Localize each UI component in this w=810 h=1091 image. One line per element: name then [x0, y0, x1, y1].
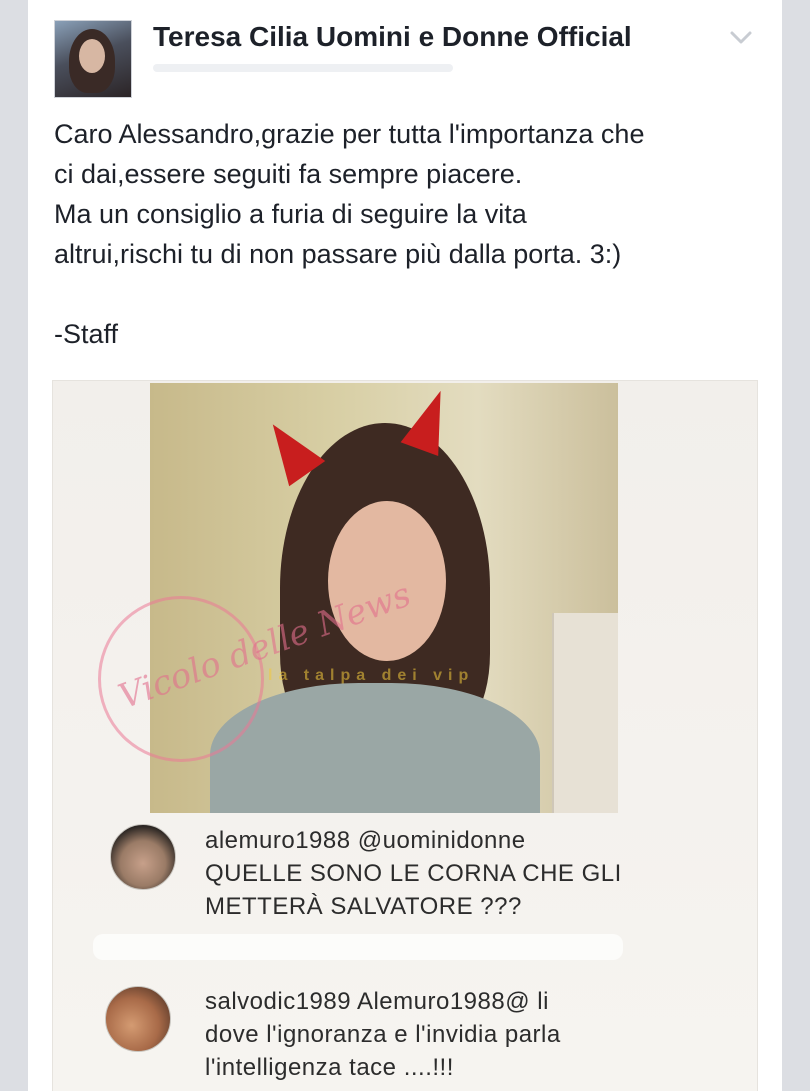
chevron-down-icon[interactable]	[728, 24, 754, 50]
post-signature: -Staff	[54, 319, 119, 349]
commenter-avatar	[105, 986, 171, 1052]
post-text-line: ci dai,essere seguiti fa sempre piacere.	[54, 159, 523, 189]
post-text-line: Caro Alessandro,grazie per tutta l'impor…	[54, 119, 645, 149]
comment-username: alemuro1988	[205, 827, 351, 854]
comment-text-line: dove l'ignoranza e l'invidia parla	[205, 1021, 561, 1048]
watermark-secondary: la talpa dei vip	[268, 667, 475, 684]
comment-text-line: l'intelligenza tace ....!!!	[205, 1054, 454, 1081]
blurred-strip	[93, 934, 623, 960]
facebook-post-card: Teresa Cilia Uomini e Donne Official Car…	[28, 0, 782, 1091]
shared-photo[interactable]: Vicolo delle News la talpa dei vip alemu…	[53, 381, 757, 1091]
horn-right	[400, 384, 460, 456]
comment-mention: @uominidonne	[357, 827, 526, 854]
comment-text-line: METTERÀ SALVATORE ???	[205, 893, 522, 920]
comment-text-fragment: li	[530, 988, 549, 1015]
comment-username: salvodic1989	[205, 988, 352, 1015]
page-avatar[interactable]	[54, 20, 132, 98]
post-text-line: Ma un consiglio a furia di seguire la vi…	[54, 199, 527, 229]
comment: alemuro1988 @uominidonne QUELLE SONO LE …	[205, 824, 622, 923]
post-header: Teresa Cilia Uomini e Donne Official	[28, 0, 782, 105]
comment: salvodic1989 Alemuro1988@ li dove l'igno…	[205, 985, 675, 1084]
comment-mention: Alemuro1988@	[356, 988, 531, 1015]
comment-text-line: QUELLE SONO LE CORNA CHE GLI	[205, 860, 622, 887]
commenter-avatar	[110, 824, 176, 890]
post-text-line: altrui,rischi tu di non passare più dall…	[54, 239, 622, 269]
post-body: Caro Alessandro,grazie per tutta l'impor…	[54, 114, 764, 354]
page-name-link[interactable]: Teresa Cilia Uomini e Donne Official	[153, 21, 632, 53]
post-meta-blurred	[153, 64, 453, 72]
